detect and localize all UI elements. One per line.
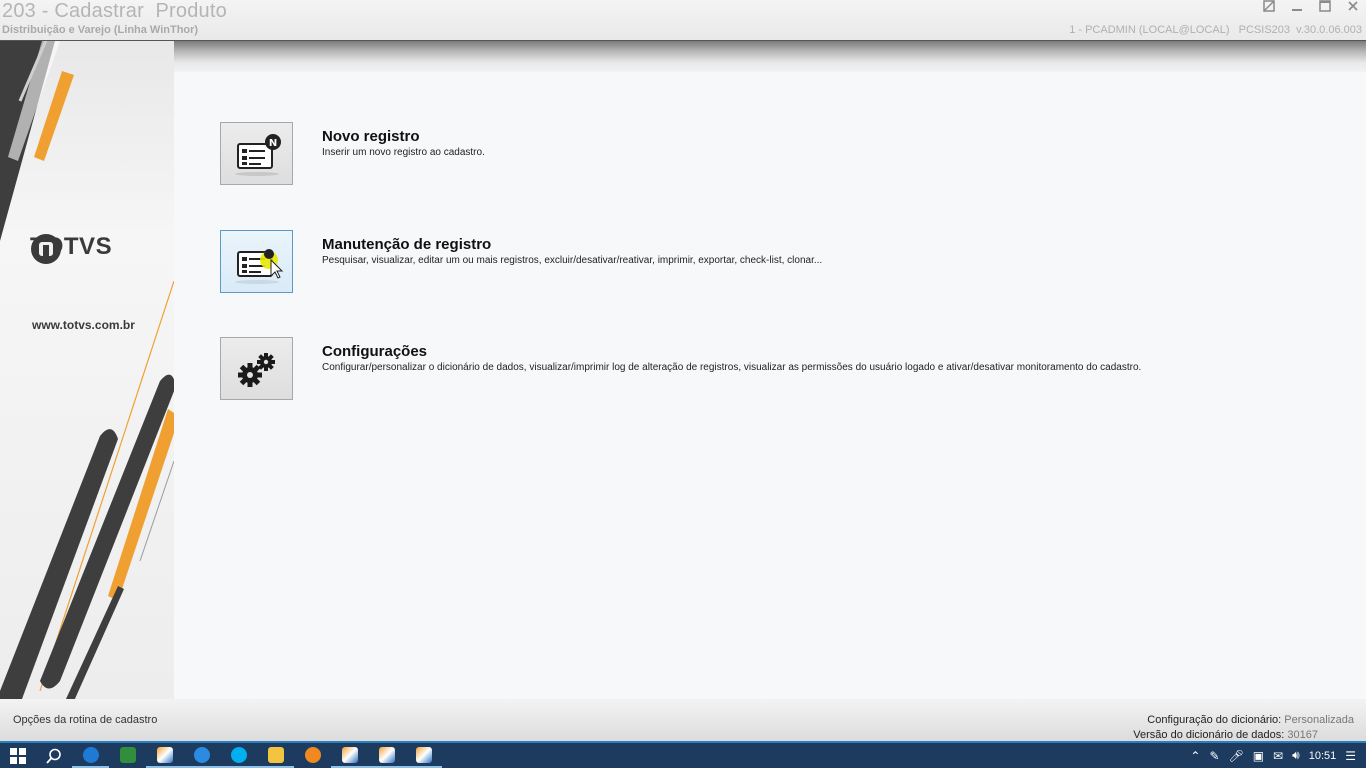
option-description: Configurar/personalizar o dicionário de … bbox=[322, 362, 1142, 373]
session-info: 1 - PCADMIN (LOCAL@LOCAL) PCSIS203 v.30.… bbox=[1069, 24, 1362, 36]
option-maintenance[interactable]: Manutenção de registro Pesquisar, visual… bbox=[220, 230, 822, 293]
dict-version-value: 30167 bbox=[1287, 729, 1318, 741]
taskbar: ⌃ ✎ 🎤︎ ▣ ✉ 🔊︎ 10:51 ☰ bbox=[0, 741, 1366, 768]
option-title: Configurações bbox=[322, 343, 428, 360]
brand-panel: TOTVS www.totvs.com.br bbox=[0, 41, 174, 699]
totvs-logo: TOTVS bbox=[30, 233, 112, 264]
start-button[interactable] bbox=[0, 743, 36, 768]
option-title: Manutenção de registro bbox=[322, 236, 492, 253]
main-content: N Novo registro Inserir um novo registro… bbox=[174, 72, 1366, 699]
option-new-record[interactable]: N Novo registro Inserir um novo registro… bbox=[220, 122, 485, 185]
dict-version-label: Versão do dicionário de dados: bbox=[1133, 729, 1285, 741]
dictionary-info: Configuração do dicionário: Personalizad… bbox=[1133, 713, 1354, 743]
microphone-icon[interactable]: 🎤︎ bbox=[1229, 749, 1244, 763]
taskbar-app-orange[interactable] bbox=[294, 743, 331, 768]
status-bar: Opções da rotina de cadastro Configuraçã… bbox=[0, 699, 1366, 741]
window-titlebar: 203 - Cadastrar Produto Distribuição e V… bbox=[0, 0, 1366, 40]
gears-icon bbox=[237, 352, 275, 387]
maintenance-icon bbox=[234, 248, 283, 284]
taskbar-app-winthor-tree[interactable] bbox=[109, 743, 146, 768]
svg-text:N: N bbox=[268, 138, 276, 149]
volume-icon[interactable]: 🔊︎ bbox=[1292, 748, 1300, 763]
maintenance-button[interactable] bbox=[220, 230, 293, 293]
search-icon bbox=[46, 748, 61, 764]
header-strip bbox=[0, 40, 1366, 72]
teamviewer-icon bbox=[193, 746, 210, 763]
windows-logo-icon bbox=[10, 747, 26, 764]
option-settings[interactable]: Configurações Configurar/personalizar o … bbox=[220, 337, 1141, 400]
clock[interactable]: 10:51 bbox=[1309, 750, 1337, 762]
pen-icon[interactable]: ✎ bbox=[1209, 749, 1219, 763]
new-record-icon: N bbox=[234, 133, 281, 176]
search-button[interactable] bbox=[36, 743, 72, 768]
taskbar-app-winthor-4[interactable] bbox=[405, 743, 442, 768]
close-icon[interactable] bbox=[1346, 0, 1360, 14]
option-maintenance-text: Manutenção de registro Pesquisar, visual… bbox=[322, 236, 822, 266]
dict-config-value: Personalizada bbox=[1284, 714, 1354, 726]
brand-decoration bbox=[0, 41, 174, 699]
taskbar-app-winthor-2[interactable] bbox=[331, 743, 368, 768]
window-title: 203 - Cadastrar Produto bbox=[2, 0, 227, 22]
taskbar-app-winthor[interactable] bbox=[146, 743, 183, 768]
system-tray: ⌃ ✎ 🎤︎ ▣ ✉ 🔊︎ 10:51 ☰ bbox=[1190, 743, 1366, 768]
window-controls bbox=[1262, 0, 1360, 14]
winthor-icon bbox=[415, 746, 432, 763]
option-description: Inserir um novo registro ao cadastro. bbox=[322, 147, 485, 158]
dict-config-label: Configuração do dicionário: bbox=[1147, 714, 1282, 726]
option-description: Pesquisar, visualizar, editar um ou mais… bbox=[322, 255, 823, 266]
orange-app-icon bbox=[304, 746, 321, 763]
message-icon[interactable]: ✉ bbox=[1273, 749, 1283, 763]
minimize-icon[interactable] bbox=[1290, 0, 1304, 14]
taskbar-app-skype[interactable] bbox=[220, 743, 257, 768]
option-title: Novo registro bbox=[322, 128, 420, 145]
taskbar-app-teamviewer-2[interactable] bbox=[183, 743, 220, 768]
skype-icon bbox=[230, 746, 247, 763]
taskbar-app-winthor-3[interactable] bbox=[368, 743, 405, 768]
status-hint: Opções da rotina de cadastro bbox=[13, 714, 158, 726]
network-icon[interactable]: ▣ bbox=[1253, 749, 1264, 763]
maximize-icon[interactable] bbox=[1318, 0, 1332, 14]
option-new-record-text: Novo registro Inserir um novo registro a… bbox=[322, 128, 485, 158]
folder-icon bbox=[267, 746, 284, 763]
winthor-icon bbox=[156, 746, 173, 763]
teamviewer-icon bbox=[82, 746, 99, 763]
totvs-logo-mark bbox=[31, 234, 61, 264]
website-link[interactable]: www.totvs.com.br bbox=[32, 318, 135, 332]
window-subtitle: Distribuição e Varejo (Linha WinThor) bbox=[2, 24, 199, 36]
taskbar-app-file-explorer[interactable] bbox=[257, 743, 294, 768]
restore-icon[interactable] bbox=[1262, 0, 1276, 14]
tree-icon bbox=[119, 746, 136, 763]
new-record-button[interactable]: N bbox=[220, 122, 293, 185]
winthor-icon bbox=[378, 746, 395, 763]
notifications-icon[interactable]: ☰ bbox=[1345, 749, 1356, 763]
chevron-up-icon[interactable]: ⌃ bbox=[1190, 749, 1200, 763]
settings-button[interactable] bbox=[220, 337, 293, 400]
winthor-icon bbox=[341, 746, 358, 763]
taskbar-app-teamviewer[interactable] bbox=[72, 743, 109, 768]
option-settings-text: Configurações Configurar/personalizar o … bbox=[322, 343, 1141, 373]
